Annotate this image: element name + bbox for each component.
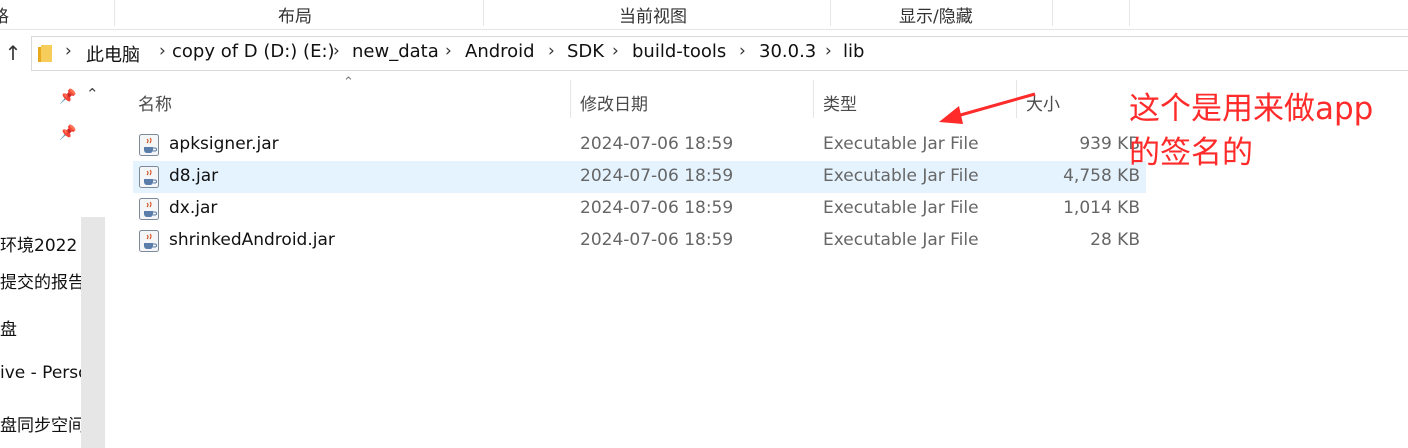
column-header-modified[interactable]: 修改日期: [580, 90, 648, 115]
column-header-type[interactable]: 类型: [823, 90, 857, 115]
chevron-right-icon[interactable]: ›: [445, 41, 452, 61]
breadcrumb-android[interactable]: Android: [465, 41, 535, 62]
file-name: dx.jar: [169, 198, 218, 218]
up-arrow-icon[interactable]: ↑: [2, 40, 24, 66]
ribbon-show-hide[interactable]: 显示/隐藏: [899, 2, 973, 27]
file-modified: 2024-07-06 18:59: [580, 230, 734, 250]
breadcrumb-new-data[interactable]: new_data: [352, 41, 439, 62]
file-modified: 2024-07-06 18:59: [580, 166, 734, 186]
file-type: Executable Jar File: [823, 134, 979, 154]
breadcrumb-sdk[interactable]: SDK: [567, 41, 604, 62]
java-jar-icon: [139, 198, 159, 220]
file-row[interactable]: shrinkedAndroid.jar 2024-07-06 18:59 Exe…: [133, 225, 1146, 257]
java-jar-icon: [139, 134, 159, 156]
file-row[interactable]: dx.jar 2024-07-06 18:59 Executable Jar F…: [133, 193, 1146, 225]
file-name: apksigner.jar: [169, 134, 279, 154]
nav-item[interactable]: ive - Perso: [0, 363, 81, 383]
file-name: d8.jar: [169, 166, 219, 186]
ribbon-current-view[interactable]: 当前视图: [619, 2, 687, 27]
file-row[interactable]: apksigner.jar 2024-07-06 18:59 Executabl…: [133, 129, 1146, 161]
navigation-pane: 📌 📌 ⌃ 环境2022 提交的报告和 盘 ive - Perso 盘同步空间: [0, 71, 106, 448]
folder-icon: [38, 45, 52, 62]
chevron-right-icon[interactable]: ›: [548, 41, 555, 61]
breadcrumb-drive[interactable]: copy of D (D:) (E:): [172, 41, 335, 62]
column-divider[interactable]: [570, 80, 571, 118]
ribbon-divider: [1052, 0, 1053, 26]
sort-ascending-icon: ⌃: [343, 75, 354, 90]
breadcrumb-this-pc[interactable]: 此电脑: [86, 41, 140, 67]
file-type: Executable Jar File: [823, 166, 979, 186]
nav-item[interactable]: 盘: [0, 315, 81, 340]
ribbon-divider: [1129, 0, 1130, 26]
file-modified: 2024-07-06 18:59: [580, 198, 734, 218]
chevron-up-icon[interactable]: ⌃: [86, 85, 99, 103]
pin-icon[interactable]: 📌: [59, 89, 76, 105]
ribbon-layout[interactable]: 布局: [278, 2, 312, 27]
breadcrumb-lib[interactable]: lib: [843, 41, 864, 62]
ribbon: 格 布局 当前视图 显示/隐藏: [0, 0, 1408, 30]
chevron-right-icon[interactable]: ›: [159, 41, 166, 61]
chevron-right-icon[interactable]: ›: [739, 41, 746, 61]
file-size: 1,014 KB: [1063, 198, 1140, 218]
chevron-right-icon[interactable]: ›: [825, 41, 832, 61]
breadcrumb-version[interactable]: 30.0.3: [759, 41, 816, 62]
annotation-text: 这个是用来做app的签名的: [1129, 91, 1374, 171]
ribbon-item-partial[interactable]: 格: [0, 2, 9, 27]
chevron-right-icon[interactable]: ›: [612, 41, 619, 61]
column-header-name[interactable]: 名称: [138, 90, 172, 115]
java-jar-icon: [139, 166, 159, 188]
nav-scrollbar[interactable]: [81, 217, 105, 448]
ribbon-divider: [483, 0, 484, 26]
address-row: ↑ › 此电脑 › copy of D (D:) (E:) › new_data…: [0, 36, 1408, 71]
chevron-right-icon[interactable]: ›: [333, 41, 340, 61]
file-row[interactable]: d8.jar 2024-07-06 18:59 Executable Jar F…: [133, 161, 1146, 193]
nav-item[interactable]: 提交的报告和: [0, 268, 81, 293]
address-bar[interactable]: › 此电脑 › copy of D (D:) (E:) › new_data ›…: [31, 36, 1408, 71]
ribbon-divider: [830, 0, 831, 26]
java-jar-icon: [139, 230, 159, 252]
breadcrumb-build-tools[interactable]: build-tools: [632, 41, 726, 62]
ribbon-divider: [114, 0, 115, 26]
nav-item[interactable]: 环境2022: [0, 231, 81, 256]
pin-icon[interactable]: 📌: [59, 125, 76, 141]
column-divider[interactable]: [813, 80, 814, 118]
file-size: 28 KB: [1090, 230, 1140, 250]
file-type: Executable Jar File: [823, 198, 979, 218]
file-name: shrinkedAndroid.jar: [169, 230, 335, 250]
chevron-right-icon[interactable]: ›: [65, 41, 72, 61]
annotation-arrow-icon: [939, 92, 1036, 124]
nav-item[interactable]: 盘同步空间: [0, 411, 81, 436]
file-type: Executable Jar File: [823, 230, 979, 250]
file-modified: 2024-07-06 18:59: [580, 134, 734, 154]
